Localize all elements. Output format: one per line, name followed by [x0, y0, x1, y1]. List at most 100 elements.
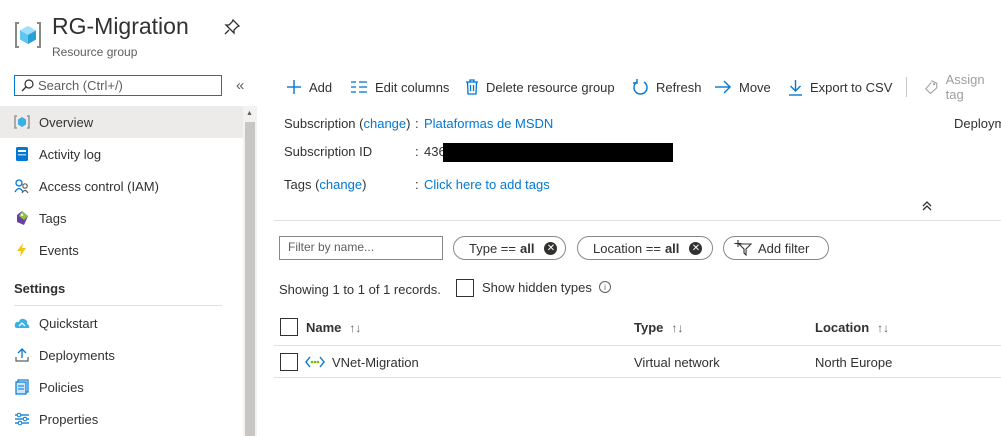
export-csv-button[interactable]: Export to CSV — [788, 76, 892, 98]
info-icon[interactable]: i — [599, 281, 611, 293]
sidebar-item-activity-log[interactable]: Activity log — [0, 138, 243, 170]
add-filter-button[interactable]: Add filter — [723, 236, 829, 260]
row-divider — [274, 377, 1001, 378]
remove-filter-icon[interactable]: ✕ — [544, 241, 558, 255]
column-header-name[interactable]: Name ↑↓ — [306, 320, 361, 335]
search-input[interactable] — [34, 78, 216, 93]
row-checkbox[interactable] — [280, 353, 298, 371]
redaction-bar — [443, 143, 673, 162]
sidebar-item-properties[interactable]: Properties — [0, 403, 243, 435]
tags-change-link[interactable]: change — [319, 177, 362, 192]
refresh-label: Refresh — [656, 79, 702, 95]
assign-tags-button[interactable]: Assign tag — [924, 72, 1001, 102]
search-box[interactable] — [14, 75, 222, 96]
tags-label: Tags (change) — [284, 177, 367, 192]
quickstart-icon — [14, 315, 30, 331]
resource-name-link[interactable]: VNet-Migration — [332, 355, 419, 370]
toolbar-divider — [906, 77, 907, 97]
search-icon — [21, 79, 34, 92]
colon: : — [415, 177, 419, 192]
delete-label: Delete resource group — [486, 79, 615, 95]
filter-by-name-box[interactable] — [279, 236, 443, 260]
remove-filter-icon[interactable]: ✕ — [689, 241, 703, 255]
resource-group-icon — [14, 20, 42, 50]
iam-icon — [14, 178, 30, 194]
lightning-icon — [14, 242, 30, 258]
colon: : — [415, 144, 419, 159]
sidebar-item-tags[interactable]: Tags — [0, 202, 243, 234]
page-subtitle: Resource group — [52, 45, 138, 59]
deployments-label: Deploym — [954, 116, 1001, 131]
sidebar-item-label: Properties — [39, 411, 99, 427]
column-header-location[interactable]: Location ↑↓ — [815, 320, 889, 335]
sidebar-item-label: Quickstart — [39, 315, 98, 331]
sidebar-item-label: Deployments — [39, 347, 115, 363]
move-button[interactable]: Move — [714, 76, 771, 98]
move-label: Move — [739, 79, 771, 95]
sidebar-item-label: Overview — [39, 114, 94, 130]
show-hidden-types-checkbox[interactable] — [456, 279, 474, 297]
column-header-type[interactable]: Type ↑↓ — [634, 320, 683, 335]
policies-icon — [14, 379, 30, 395]
sort-icon: ↑↓ — [671, 321, 684, 335]
columns-icon — [351, 81, 367, 93]
resource-location: North Europe — [815, 355, 893, 370]
sidebar-item-overview[interactable]: Overview — [0, 106, 243, 138]
deployments-icon — [14, 347, 30, 363]
sort-icon: ↑↓ — [349, 321, 362, 335]
section-divider — [14, 305, 222, 306]
header-divider — [274, 345, 1001, 346]
tag-outline-icon — [925, 80, 938, 95]
sidebar-item-label: Access control (IAM) — [39, 178, 159, 194]
pin-icon[interactable] — [224, 18, 241, 35]
subscription-change-link[interactable]: change — [363, 116, 406, 131]
sidebar-item-policies[interactable]: Policies — [0, 371, 243, 403]
sidebar-scroll-thumb[interactable] — [245, 122, 255, 436]
sidebar-item-quickstart[interactable]: Quickstart — [0, 307, 243, 339]
page-title: RG-Migration — [52, 13, 189, 39]
refresh-button[interactable]: Refresh — [632, 76, 702, 98]
subscription-id-label: Subscription ID — [284, 144, 373, 159]
export-label: Export to CSV — [810, 79, 893, 95]
type-filter-pill[interactable]: Type == all ✕ — [453, 236, 566, 260]
activity-log-icon — [14, 146, 30, 162]
sidebar-item-deployments[interactable]: Deployments — [0, 339, 243, 371]
sidebar-item-access-control[interactable]: Access control (IAM) — [0, 170, 243, 202]
refresh-icon — [633, 78, 648, 95]
scroll-up-arrow-icon[interactable]: ▲ — [246, 110, 253, 117]
overview-icon — [14, 114, 30, 130]
edit-columns-button[interactable]: Edit columns — [350, 76, 449, 98]
select-all-checkbox[interactable] — [280, 318, 298, 336]
collapse-sidebar-button[interactable]: « — [236, 77, 244, 94]
add-filter-icon — [734, 240, 752, 256]
virtual-network-icon — [305, 356, 325, 371]
sidebar-item-label: Activity log — [39, 146, 102, 162]
colon: : — [415, 116, 419, 131]
tag-icon — [14, 210, 30, 226]
resource-type: Virtual network — [634, 355, 720, 370]
subscription-label: Subscription (change) — [284, 116, 411, 131]
download-icon — [789, 79, 802, 96]
add-label: Add — [309, 79, 333, 95]
sidebar-item-label: Tags — [39, 210, 67, 226]
sort-icon: ↑↓ — [877, 321, 890, 335]
add-tags-link[interactable]: Click here to add tags — [424, 177, 550, 192]
subscription-link[interactable]: Plataformas de MSDN — [424, 116, 553, 131]
delete-resource-group-button[interactable]: Delete resource group — [465, 76, 615, 98]
essentials-divider — [274, 220, 1001, 221]
plus-icon — [287, 80, 301, 94]
arrow-right-icon — [715, 80, 731, 94]
sidebar-item-events[interactable]: Events — [0, 234, 243, 266]
filter-by-name-input[interactable] — [280, 237, 438, 257]
add-button[interactable]: Add — [286, 76, 332, 98]
show-hidden-types-label: Show hidden types — [482, 280, 592, 295]
location-filter-pill[interactable]: Location == all ✕ — [577, 236, 713, 260]
sidebar-item-label: Events — [39, 242, 79, 258]
edit-columns-label: Edit columns — [375, 79, 450, 95]
records-summary: Showing 1 to 1 of 1 records. — [279, 282, 441, 297]
assign-tags-label: Assign tag — [945, 72, 985, 102]
sidebar-item-label: Policies — [39, 379, 84, 395]
trash-icon — [466, 79, 478, 95]
collapse-essentials-icon[interactable] — [922, 200, 932, 214]
sidebar-section-settings: Settings — [14, 281, 66, 296]
